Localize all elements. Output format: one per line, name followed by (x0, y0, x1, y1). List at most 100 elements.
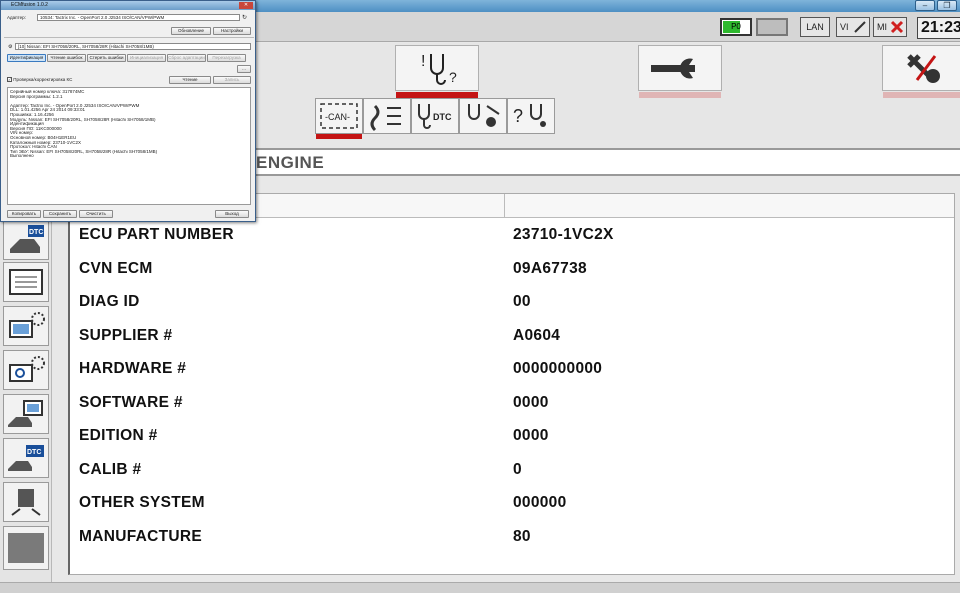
row-value: 0000 (513, 393, 549, 411)
divider (4, 37, 254, 38)
lan-indicator: LAN (800, 17, 830, 37)
can-tool[interactable]: -CAN- (315, 98, 363, 139)
settings-tool[interactable] (882, 45, 960, 98)
write-button: Запись (213, 76, 251, 84)
stethoscope-help-icon: ? (513, 104, 546, 127)
row-value: 80 (513, 527, 531, 545)
table-row: EDITION # 0000 (70, 419, 954, 452)
tool-underline (639, 92, 721, 98)
row-key: HARDWARE # (79, 360, 187, 377)
log-line: Выполнено (10, 154, 34, 159)
row-key: SOFTWARE # (79, 393, 183, 411)
row-value: 0 (513, 460, 522, 478)
ecm-close-button[interactable]: ✕ (239, 2, 253, 9)
monitor-data-icon (9, 269, 43, 295)
ecm-tab-2[interactable]: Чтение ошибок (47, 54, 86, 62)
row-key: CVN ECM (79, 259, 153, 277)
update-button[interactable]: Обновление (171, 27, 211, 35)
battery-label: P0 (731, 22, 741, 31)
rail-blank-button[interactable] (3, 526, 49, 570)
checkbox-box[interactable]: ✓ (7, 77, 12, 83)
mi-indicator: MI (873, 17, 907, 37)
stethoscope-question-icon: ! ? (421, 53, 457, 85)
adapter-label: Адаптер: (7, 15, 26, 20)
restore-button[interactable]: ❐ (937, 0, 957, 11)
car-dtc-icon: DTC (8, 445, 44, 471)
row-value: 09A67738 (513, 259, 587, 277)
row-value: 0000000000 (513, 360, 603, 377)
row-key: DIAG ID (79, 293, 140, 310)
table-row: CALIB # 0 (70, 453, 954, 486)
row-key: CALIB # (79, 460, 142, 478)
link-icon (854, 21, 866, 33)
data-list-tool[interactable] (363, 98, 411, 134)
disconnected-x-icon (890, 20, 904, 34)
ecu-select[interactable]: [10] Nissan: EFI SH7058/20RL, SH7058/28R… (15, 43, 251, 50)
row-key: OTHER SYSTEM (79, 494, 205, 511)
ecm-tab-5[interactable]: Сброс адаптации (167, 54, 206, 62)
row-value: 23710-1VC2X (513, 226, 614, 243)
clear-button[interactable]: Очистить (79, 210, 113, 218)
rail-dtc-car-button[interactable]: DTC (3, 220, 49, 260)
ecmfusion-window: ECMfusion 1.0.2 ✕ Адаптер: 10534: Tactri… (0, 0, 256, 222)
svg-text:!: ! (421, 53, 425, 70)
ecm-tab-3[interactable]: Стереть ошибки (87, 54, 126, 62)
row-key: ECU PART NUMBER (79, 226, 234, 243)
more-button[interactable]: ... (237, 65, 251, 73)
checksum-checkbox[interactable]: ✓ Проверка/корректировка КС (7, 77, 72, 83)
copy-button[interactable]: Копировать (7, 210, 41, 218)
clock: 21:23 (917, 17, 960, 39)
wrench-gear-icon (907, 54, 940, 83)
row-key: MANUFACTURE (79, 527, 202, 545)
table-row: SUPPLIER # A0604 (70, 319, 954, 352)
minimize-button[interactable]: – (915, 0, 935, 11)
rail-car-dtc-button[interactable]: DTC (3, 438, 49, 478)
ecm-tab-1[interactable]: Идентификация (7, 54, 46, 62)
ecm-title-bar[interactable]: ECMfusion 1.0.2 ✕ (1, 1, 255, 10)
tool-underline (883, 92, 960, 98)
ecm-tab-4[interactable]: Инициализация (127, 54, 166, 62)
save-button[interactable]: Сохранить (43, 210, 77, 218)
section-title: ENGINE (256, 153, 325, 172)
active-test-tool[interactable] (459, 98, 507, 134)
dtc-tool[interactable]: DTC (411, 98, 459, 134)
battery-icon-grey (756, 18, 788, 36)
magnifier-gear-icon (9, 356, 45, 382)
row-value: A0604 (513, 326, 561, 344)
diagnosis-help-tool[interactable]: ! ? (395, 45, 479, 98)
row-key: SUPPLIER # (79, 326, 173, 344)
stethoscope-test-icon (468, 104, 500, 127)
rail-search-button[interactable] (3, 350, 49, 390)
read-button[interactable]: Чтение (169, 76, 211, 84)
vi-indicator: VI (836, 17, 870, 37)
svg-text:DTC: DTC (27, 449, 41, 456)
table-row: MANUFACTURE 80 (70, 520, 954, 553)
rail-monitor-button[interactable] (3, 262, 49, 302)
ecm-log-output[interactable]: Серийный номер ключа: 317874MC Версия про… (7, 87, 251, 205)
monitor-gear-icon (9, 312, 45, 338)
adapter-select[interactable]: 10534: Tactrix Inc. - OpenPort 2.0 J2534… (37, 14, 240, 21)
table-row: DIAG ID 00 (70, 285, 954, 318)
wrench-icon (651, 58, 695, 79)
table-row: SOFTWARE # 0000 (70, 386, 954, 419)
wrench-tool[interactable] (638, 45, 722, 98)
rail-car-monitor-button[interactable] (3, 394, 49, 434)
rail-lift-button[interactable] (3, 482, 49, 522)
refresh-icon[interactable]: ↻ (242, 14, 247, 21)
ecm-tab-6[interactable]: Перезагрузка (207, 54, 246, 62)
table-row: OTHER SYSTEM 000000 (70, 486, 954, 519)
help-tool[interactable]: ? (507, 98, 555, 134)
row-value: 0000 (513, 427, 549, 444)
data-list-icon (370, 104, 401, 132)
bottom-status-strip (0, 582, 960, 593)
settings-button[interactable]: Настройки (213, 27, 251, 35)
exit-button[interactable]: Выход (215, 210, 249, 218)
table-row: ECU PART NUMBER 23710-1VC2X (70, 218, 954, 251)
battery-indicator: P0 (720, 18, 752, 36)
svg-text:DTC: DTC (433, 112, 452, 122)
rail-config-button[interactable] (3, 306, 49, 346)
active-indicator (316, 134, 362, 139)
svg-text:-CAN-: -CAN- (325, 112, 350, 122)
row-value: 000000 (513, 494, 567, 511)
car-monitor-icon (8, 400, 43, 427)
